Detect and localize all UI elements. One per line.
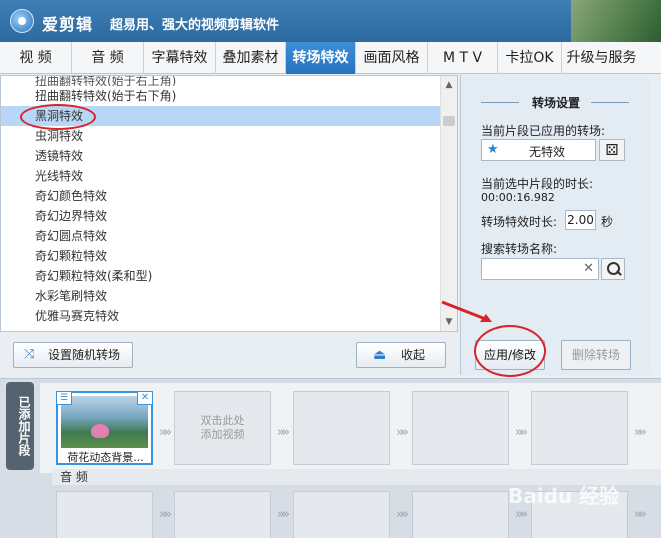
close-icon[interactable]: ✕ bbox=[137, 391, 153, 405]
list-item[interactable]: 奇幻颜色特效 bbox=[1, 186, 441, 206]
empty-clip-slot[interactable] bbox=[531, 391, 628, 465]
audio-slot[interactable] bbox=[412, 491, 509, 538]
collapse-label: 收起 bbox=[401, 348, 426, 362]
add-video-slot[interactable]: 双击此处 添加视频 bbox=[174, 391, 271, 465]
list-item[interactable]: 扭曲翻转特效(始于右上角) bbox=[1, 76, 441, 86]
list-item[interactable]: 优雅马赛克特效 bbox=[1, 306, 441, 326]
applied-transition-value: 无特效 bbox=[528, 145, 565, 159]
effect-duration-input[interactable]: 2.00 bbox=[565, 210, 596, 230]
clip-caption: 荷花动态背景... bbox=[67, 451, 144, 464]
list-item[interactable]: 水彩笔刷特效 bbox=[1, 286, 441, 306]
audio-slot[interactable] bbox=[56, 491, 153, 538]
transition-arrow-icon: »» bbox=[634, 507, 647, 522]
added-clips-side-tab[interactable]: 已添加片段 bbox=[6, 382, 34, 470]
title-rule-right bbox=[591, 102, 629, 103]
scroll-up-icon[interactable]: ▲ bbox=[442, 78, 456, 92]
search-input[interactable]: ✕ bbox=[481, 258, 599, 280]
timeline-panel: 已添加片段 荷花动态背景... ☰ ✕ »» 双击此处 添加视频 »» »» »… bbox=[0, 378, 661, 538]
tab-upgrade-service[interactable]: 升级与服务 bbox=[562, 42, 641, 74]
random-transition-label: 设置随机转场 bbox=[48, 348, 121, 362]
list-item[interactable]: 奇幻圆点特效 bbox=[1, 226, 441, 246]
transition-arrow-icon[interactable]: »» bbox=[391, 425, 411, 440]
add-video-hint-1: 双击此处 bbox=[200, 414, 245, 427]
annotation-circle-apply bbox=[474, 325, 546, 377]
empty-clip-slot[interactable] bbox=[412, 391, 509, 465]
transition-arrow-icon: »» bbox=[515, 507, 528, 522]
list-item[interactable]: 奇幻颗粒特效(柔和型) bbox=[1, 266, 441, 286]
transition-arrow-icon[interactable]: »» bbox=[154, 425, 174, 440]
video-clip[interactable]: 荷花动态背景... ☰ ✕ bbox=[56, 391, 153, 465]
dice-icon[interactable]: ⚄ bbox=[599, 139, 625, 161]
effect-duration-unit: 秒 bbox=[601, 215, 614, 229]
add-video-hint-2: 添加视频 bbox=[200, 428, 245, 441]
delete-transition-button[interactable]: 删除转场 bbox=[561, 340, 631, 370]
list-item[interactable]: 奇幻边界特效 bbox=[1, 206, 441, 226]
tab-audio[interactable]: 音 频 bbox=[72, 42, 144, 74]
clip-duration-value: 00:00:16.982 bbox=[481, 191, 555, 204]
annotation-circle-selected-effect bbox=[20, 104, 96, 130]
tab-video[interactable]: 视 频 bbox=[0, 42, 72, 74]
list-item[interactable]: 光线特效 bbox=[1, 166, 441, 186]
star-icon: ★ bbox=[487, 142, 499, 157]
title-bar: 爱剪辑 超易用、强大的视频剪辑软件 bbox=[0, 0, 661, 42]
transition-arrow-icon: »» bbox=[159, 507, 172, 522]
title-decoration bbox=[571, 0, 661, 42]
tab-overlay[interactable]: 叠加素材 bbox=[216, 42, 286, 74]
clip-duration-label: 当前选中片段的时长: bbox=[481, 177, 594, 191]
main-tabs: 视 频 音 频 字幕特效 叠加素材 转场特效 画面风格 M T V 卡拉OK 升… bbox=[0, 42, 661, 74]
empty-clip-slot[interactable] bbox=[293, 391, 390, 465]
transition-arrow-icon[interactable]: »» bbox=[629, 425, 649, 440]
audio-slot[interactable] bbox=[174, 491, 271, 538]
list-item[interactable]: 扭曲翻转特效(始于右下角) bbox=[1, 86, 441, 106]
collapse-button[interactable]: ⏏ 收起 bbox=[356, 342, 446, 368]
scroll-thumb[interactable] bbox=[443, 116, 455, 126]
effect-duration-label: 转场特效时长: bbox=[481, 215, 558, 229]
collapse-up-icon: ⏏ bbox=[373, 347, 387, 363]
applied-transition-box: ★ 无特效 bbox=[481, 139, 596, 161]
transition-arrow-icon: »» bbox=[396, 507, 409, 522]
applied-transition-label: 当前片段已应用的转场: bbox=[481, 124, 606, 138]
list-item[interactable]: 透镜特效 bbox=[1, 146, 441, 166]
search-icon[interactable] bbox=[601, 258, 625, 280]
clip-menu-icon[interactable]: ☰ bbox=[56, 391, 72, 405]
app-name: 爱剪辑 bbox=[42, 15, 94, 34]
list-item[interactable]: 奇幻颗粒特效 bbox=[1, 246, 441, 266]
tab-picture-style[interactable]: 画面风格 bbox=[356, 42, 428, 74]
random-transition-button[interactable]: ⤨ 设置随机转场 bbox=[13, 342, 133, 368]
tab-mtv[interactable]: M T V bbox=[428, 42, 498, 74]
app-slogan: 超易用、强大的视频剪辑软件 bbox=[110, 18, 280, 33]
tab-subtitle-effects[interactable]: 字幕特效 bbox=[144, 42, 216, 74]
search-label: 搜索转场名称: bbox=[481, 242, 558, 256]
list-scrollbar[interactable]: ▲ ▼ bbox=[440, 76, 457, 331]
transition-arrow-icon: »» bbox=[277, 507, 290, 522]
watermark: Baidu 经验 bbox=[508, 484, 620, 508]
tab-karaoke[interactable]: 卡拉OK bbox=[498, 42, 562, 74]
lotus-image bbox=[91, 424, 109, 438]
tab-transition-effects[interactable]: 转场特效 bbox=[286, 42, 356, 74]
app-logo-icon bbox=[10, 9, 34, 33]
annotation-arrow bbox=[441, 300, 492, 322]
video-clip-row: 荷花动态背景... ☰ ✕ »» 双击此处 添加视频 »» »» »» »» bbox=[40, 383, 661, 473]
shuffle-icon: ⤨ bbox=[24, 347, 35, 362]
clip-thumbnail bbox=[61, 396, 148, 448]
clear-icon[interactable]: ✕ bbox=[583, 261, 594, 276]
audio-slot[interactable] bbox=[293, 491, 390, 538]
transition-arrow-icon[interactable]: »» bbox=[510, 425, 530, 440]
transition-arrow-icon[interactable]: »» bbox=[272, 425, 292, 440]
